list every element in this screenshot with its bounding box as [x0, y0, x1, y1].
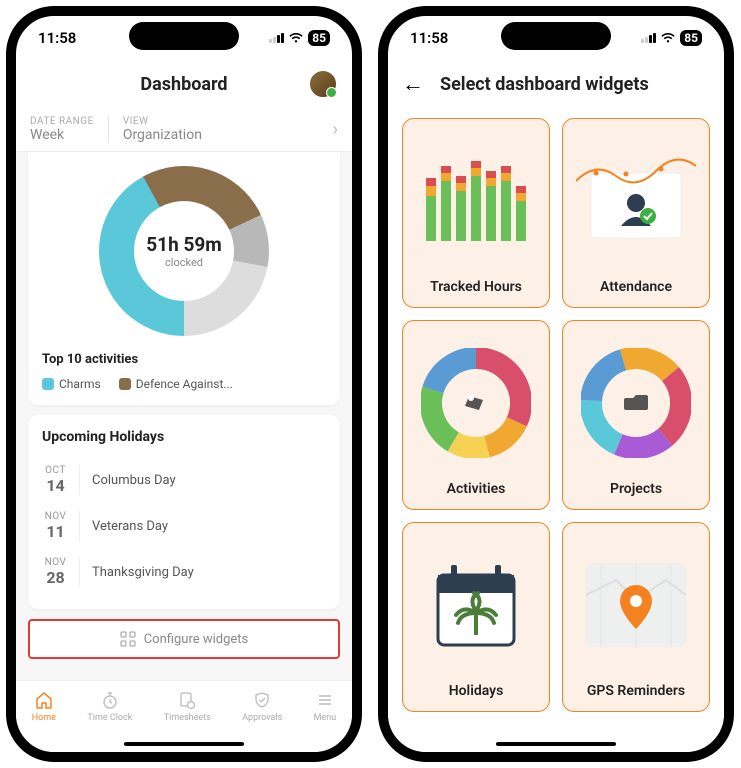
swatch-icon [119, 378, 131, 390]
back-button[interactable]: ← [402, 71, 424, 97]
battery-icon: 85 [308, 30, 330, 46]
activities-title: Top 10 activities [42, 352, 326, 367]
holiday-row[interactable]: NOV28 Thanksgiving Day [42, 549, 326, 595]
tab-menu[interactable]: Menu [314, 689, 337, 723]
avatar[interactable] [308, 69, 338, 99]
widget-activities[interactable]: Activities [402, 320, 550, 510]
status-time: 11:58 [410, 29, 448, 47]
widgets-icon [120, 631, 136, 647]
projects-donut-icon [575, 333, 697, 473]
stopwatch-icon [100, 690, 120, 710]
signal-icon [641, 33, 656, 43]
widgets-grid: Tracked Hours Attendance Activities Proj… [388, 108, 724, 722]
chevron-right-icon: › [333, 119, 338, 140]
clocked-value: 51h 59m [146, 233, 221, 256]
wifi-icon [288, 32, 304, 44]
phone-dashboard: 11:58 85 Dashboard DATE RANGE Week VIEW … [6, 6, 362, 762]
page-title: Select dashboard widgets [440, 74, 649, 95]
battery-icon: 85 [680, 30, 702, 46]
header: Dashboard [16, 60, 352, 108]
status-time: 11:58 [38, 29, 76, 47]
phone-widgets: 11:58 85 ← Select dashboard widgets Trac… [378, 6, 734, 762]
tab-approvals[interactable]: Approvals [242, 689, 282, 723]
notch [501, 22, 611, 50]
swatch-icon [42, 378, 54, 390]
widget-gps-reminders[interactable]: GPS Reminders [562, 522, 710, 712]
calendar-palm-icon [415, 535, 537, 675]
holiday-row[interactable]: OCT14 Columbus Day [42, 457, 326, 503]
legend-item-charms[interactable]: Charms [42, 377, 101, 391]
widget-tracked-hours[interactable]: Tracked Hours [402, 118, 550, 308]
widget-projects[interactable]: Projects [562, 320, 710, 510]
configure-widgets-button[interactable]: Configure widgets [28, 619, 340, 659]
menu-icon [315, 690, 335, 710]
attendance-icon [575, 131, 697, 271]
clocked-donut-chart: 51h 59m clocked [99, 166, 269, 336]
tab-time-clock[interactable]: Time Clock [87, 689, 132, 723]
filters-row[interactable]: DATE RANGE Week VIEW Organization › [16, 108, 352, 152]
activities-card: 51h 59m clocked Top 10 activities Charms… [28, 152, 340, 405]
holidays-title: Upcoming Holidays [42, 429, 326, 445]
activities-donut-icon [415, 333, 537, 473]
signal-icon [269, 33, 284, 43]
widget-holidays[interactable]: Holidays [402, 522, 550, 712]
widget-attendance[interactable]: Attendance [562, 118, 710, 308]
timesheet-icon [177, 690, 197, 710]
clocked-sub: clocked [165, 256, 203, 269]
home-indicator[interactable] [124, 742, 244, 746]
map-pin-icon [575, 535, 697, 675]
holidays-card: Upcoming Holidays OCT14 Columbus Day NOV… [28, 415, 340, 609]
header: ← Select dashboard widgets [388, 60, 724, 108]
shield-check-icon [252, 690, 272, 710]
filter-view[interactable]: VIEW Organization [123, 116, 319, 143]
legend: Charms Defence Against... [42, 377, 326, 391]
home-indicator[interactable] [496, 742, 616, 746]
tab-home[interactable]: Home [32, 689, 56, 723]
notch [129, 22, 239, 50]
holiday-row[interactable]: NOV11 Veterans Day [42, 503, 326, 549]
filter-date-range[interactable]: DATE RANGE Week [30, 116, 109, 143]
page-title: Dashboard [140, 74, 227, 95]
legend-item-defence[interactable]: Defence Against... [119, 377, 233, 391]
bars-icon [415, 131, 537, 271]
home-icon [34, 690, 54, 710]
wifi-icon [660, 32, 676, 44]
tab-timesheets[interactable]: Timesheets [164, 689, 211, 723]
